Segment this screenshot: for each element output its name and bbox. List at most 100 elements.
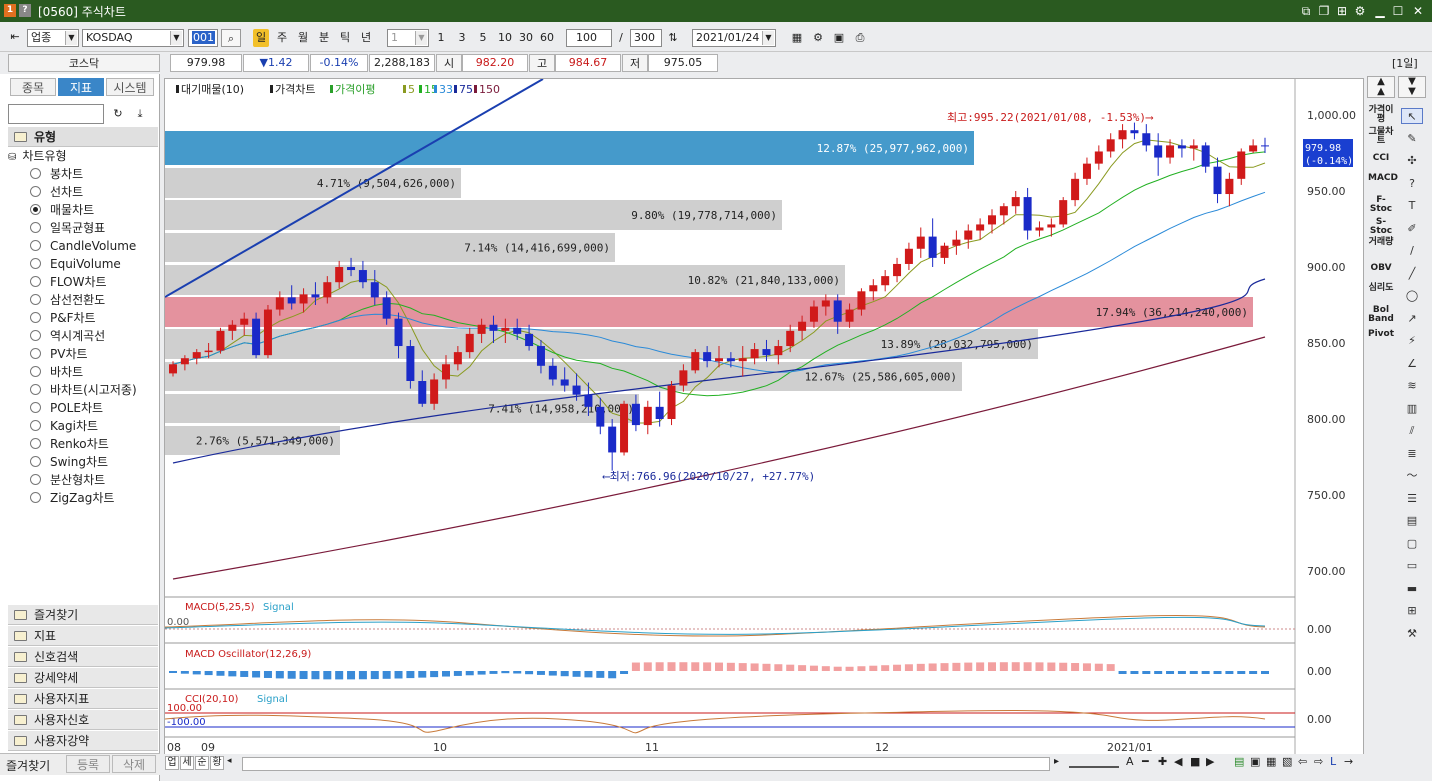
radio-button[interactable]: [30, 384, 41, 395]
minus-icon[interactable]: ━: [1142, 755, 1149, 768]
forward-icon[interactable]: ⇨: [1314, 755, 1323, 768]
tab-indicator[interactable]: 지표: [58, 78, 104, 96]
radio-button[interactable]: [30, 438, 41, 449]
market-select[interactable]: 업종 ▼: [27, 29, 79, 47]
delete-button[interactable]: 삭제: [112, 755, 156, 773]
radio-button[interactable]: [30, 330, 41, 341]
radio-button[interactable]: [30, 240, 41, 251]
radio-button[interactable]: [30, 456, 41, 467]
doc-icon[interactable]: ▭: [1401, 558, 1423, 574]
grid-icon[interactable]: ⊞: [1401, 603, 1423, 619]
image-icon[interactable]: ▧: [1282, 755, 1292, 768]
chart-icon[interactable]: ▦: [788, 29, 806, 47]
period-day[interactable]: 일: [253, 29, 269, 47]
help-icon[interactable]: ?: [1401, 176, 1423, 192]
chart-type-item[interactable]: 역시계곡선: [30, 328, 105, 344]
register-button[interactable]: 등록: [66, 755, 110, 773]
quick-3[interactable]: 3: [454, 29, 470, 47]
chart-area[interactable]: 12.87% (25,977,962,000) 4.71% (9,504,626,…: [164, 78, 1364, 770]
zoom-slider[interactable]: [1069, 756, 1119, 768]
bottom-tab[interactable]: 순: [195, 756, 209, 770]
indicator-search-input[interactable]: [8, 104, 104, 124]
chart-type-item[interactable]: Swing차트: [30, 454, 108, 470]
indicator-shortcut[interactable]: S-Stoc: [1368, 218, 1394, 236]
indicator-shortcut[interactable]: 그물차트: [1368, 128, 1394, 146]
prev-icon[interactable]: ⇤: [6, 28, 24, 46]
channel-icon[interactable]: ≋: [1401, 378, 1423, 394]
quick-5[interactable]: 5: [475, 29, 491, 47]
indicator-shortcut[interactable]: Bol Band: [1368, 306, 1394, 324]
play-icon[interactable]: ▸: [1054, 756, 1059, 767]
quick-60[interactable]: 60: [537, 29, 557, 47]
indicator-shortcut[interactable]: 심리도: [1368, 284, 1394, 293]
section-header[interactable]: 사용자강약: [8, 731, 158, 751]
gear-icon[interactable]: ⚙: [1352, 3, 1368, 19]
chart-type-item[interactable]: 일목균형표: [30, 220, 105, 236]
section-header[interactable]: 사용자지표: [8, 689, 158, 709]
scroll-up-icon[interactable]: ▲ ▲: [1367, 76, 1395, 98]
section-header[interactable]: 사용자신호: [8, 710, 158, 730]
chart-type-item[interactable]: 바차트: [30, 364, 83, 380]
ray-icon[interactable]: ╱: [1401, 266, 1423, 282]
bars-icon[interactable]: ▥: [1401, 401, 1423, 417]
window-icon[interactable]: ▢: [1401, 536, 1423, 552]
period-minute[interactable]: 분: [316, 29, 332, 47]
date-select[interactable]: 2021/01/24 ▼: [692, 29, 776, 47]
quick-1[interactable]: 1: [433, 29, 449, 47]
fib-icon[interactable]: ⚡: [1401, 333, 1423, 349]
refresh-icon[interactable]: ↻: [109, 105, 127, 123]
quick-10[interactable]: 10: [495, 29, 515, 47]
menu-icon[interactable]: ☰: [1401, 491, 1423, 507]
radio-button[interactable]: [30, 492, 41, 503]
total-input[interactable]: 300: [630, 29, 662, 47]
scroll-left-icon[interactable]: ◂: [227, 756, 232, 766]
count-input[interactable]: 100: [566, 29, 612, 47]
horizontal-scrollbar[interactable]: [242, 757, 1050, 771]
radio-button[interactable]: [30, 312, 41, 323]
chart-type-item[interactable]: 선차트: [30, 184, 83, 200]
grid-icon[interactable]: ▦: [1266, 755, 1276, 768]
radio-button[interactable]: [30, 294, 41, 305]
section-header[interactable]: 신호검색: [8, 647, 158, 667]
bottom-tab[interactable]: 세: [180, 756, 194, 770]
radio-button[interactable]: [30, 402, 41, 413]
link-icon[interactable]: ⧉: [1298, 3, 1314, 19]
eraser-icon[interactable]: ✎: [1401, 131, 1423, 147]
code-input[interactable]: 001: [188, 29, 218, 47]
section-header[interactable]: 즐겨찾기: [8, 605, 158, 625]
tab-system[interactable]: 시스템: [106, 78, 154, 96]
period-week[interactable]: 주: [274, 29, 290, 47]
group-header[interactable]: 유형: [8, 127, 158, 147]
arrow-icon[interactable]: ↗: [1401, 311, 1423, 327]
pointer-icon[interactable]: ↖: [1401, 108, 1423, 124]
period-month[interactable]: 월: [295, 29, 311, 47]
copy-icon[interactable]: ❐: [1316, 3, 1332, 19]
indicator-shortcut[interactable]: Pivot: [1368, 330, 1394, 339]
pin-icon[interactable]: ⊞: [1334, 3, 1350, 19]
print-icon[interactable]: ⎙: [851, 29, 869, 47]
line-icon[interactable]: L: [1330, 755, 1336, 768]
bottom-tab[interactable]: 업: [165, 756, 179, 770]
circle-icon[interactable]: ◯: [1401, 288, 1423, 304]
quick-30[interactable]: 30: [516, 29, 536, 47]
radio-button[interactable]: [30, 474, 41, 485]
radio-button[interactable]: [30, 420, 41, 431]
section-header[interactable]: 지표: [8, 626, 158, 646]
radio-button[interactable]: [30, 186, 41, 197]
bar-icon[interactable]: ▬: [1401, 581, 1423, 597]
chart-type-item[interactable]: FLOW차트: [30, 274, 107, 290]
left-icon[interactable]: ◀: [1174, 755, 1182, 768]
disk-icon[interactable]: ▣: [1250, 755, 1260, 768]
download-icon[interactable]: ⤓: [131, 105, 149, 123]
indicator-shortcut[interactable]: MACD: [1368, 174, 1398, 183]
tree-chart-type[interactable]: ⛁ 차트유형: [8, 148, 67, 164]
period-year[interactable]: 년: [358, 29, 374, 47]
favorites-bottom[interactable]: 즐겨찾기: [6, 757, 50, 774]
section-header[interactable]: 강세약세: [8, 668, 158, 688]
radio-button[interactable]: [30, 222, 41, 233]
chart-type-item[interactable]: 매물차트: [30, 202, 94, 218]
search-icon[interactable]: ⌕: [221, 29, 241, 47]
chart-type-item[interactable]: 분산형차트: [30, 472, 105, 488]
radio-button[interactable]: [30, 366, 41, 377]
radio-button[interactable]: [30, 348, 41, 359]
